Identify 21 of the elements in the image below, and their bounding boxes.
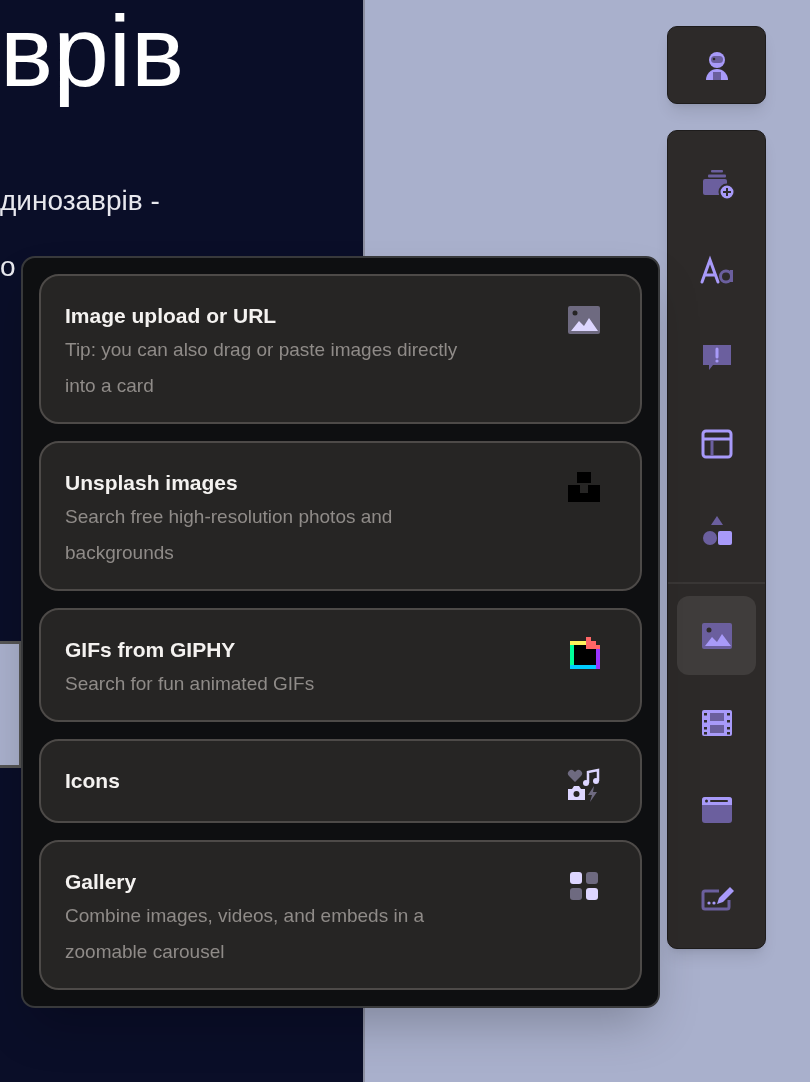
option-description: Tip: you can also drag or paste images directly into a card — [65, 338, 459, 398]
avatar-button[interactable] — [667, 26, 766, 104]
option-description: Search free high-resolution photos and backgrounds — [65, 505, 394, 565]
option-description: Combine images, videos, and embeds in a zoomable carousel — [65, 904, 426, 964]
unsplash-logo-icon — [566, 469, 602, 505]
slide-text: о — [0, 250, 17, 284]
menu-option[interactable]: Image upload or URL Tip: you can also drag or paste images directly into a card — [39, 274, 642, 424]
slide-text: динозаврів - — [0, 184, 161, 218]
menu-option[interactable]: Unsplash images Search free high-resolution photos and backgrounds — [39, 441, 642, 591]
toolbar-button[interactable] — [677, 596, 756, 675]
option-title: Gallery — [65, 869, 138, 895]
menu-option[interactable]: Gallery Combine images, videos, and embeds in a zoomable carousel — [39, 840, 642, 990]
menu-option[interactable]: GIFs from GIPHY Search for fun animated GIFs — [39, 608, 642, 722]
slide-heading: врів — [0, 0, 186, 106]
option-description: Search for fun animated GIFs — [65, 672, 315, 696]
option-title: Image upload or URL — [65, 303, 278, 329]
option-title: GIFs from GIPHY — [65, 637, 237, 663]
option-title: Unsplash images — [65, 470, 239, 496]
option-title: Icons — [65, 768, 120, 794]
menu-option[interactable]: Icons — [39, 739, 642, 823]
icons-collage-icon — [566, 767, 602, 803]
